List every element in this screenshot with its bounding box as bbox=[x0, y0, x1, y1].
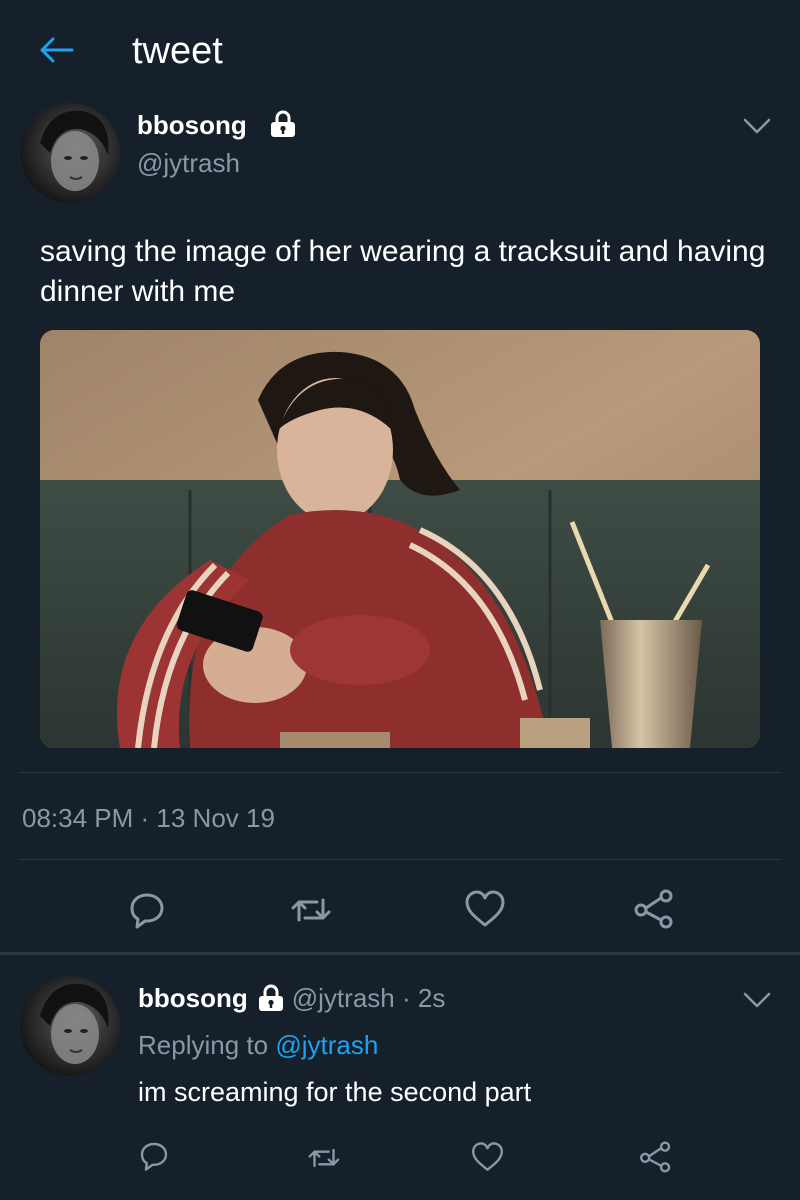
top-bar: tweet bbox=[0, 0, 800, 100]
avatar[interactable] bbox=[20, 103, 120, 203]
comment-icon[interactable] bbox=[127, 890, 167, 930]
tweet-timestamp: 08:34 PM · 13 Nov 19 bbox=[22, 803, 275, 833]
reply-avatar[interactable] bbox=[20, 976, 120, 1076]
tweet-photo[interactable] bbox=[40, 330, 760, 748]
reply-header: bbosong @jytrash · 2s bbox=[138, 980, 445, 1016]
chevron-down-icon[interactable] bbox=[742, 116, 772, 136]
replying-to-mention[interactable]: @jytrash bbox=[275, 1030, 378, 1060]
reply-text: im screaming for the second part bbox=[138, 1077, 532, 1107]
page-title: tweet bbox=[132, 30, 223, 72]
author-handle[interactable]: @jytrash bbox=[137, 148, 240, 178]
divider bbox=[0, 952, 800, 955]
reply-separator: · bbox=[394, 983, 418, 1013]
share-icon[interactable] bbox=[638, 1141, 673, 1173]
heart-icon[interactable] bbox=[470, 1141, 505, 1173]
retweet-icon[interactable] bbox=[305, 1142, 343, 1174]
replying-to: Replying to @jytrash bbox=[138, 1028, 378, 1062]
lock-icon bbox=[258, 984, 283, 1011]
divider bbox=[20, 772, 780, 773]
author-name[interactable]: bbosong bbox=[137, 110, 247, 140]
reply-author-handle[interactable]: @jytrash bbox=[292, 983, 395, 1013]
replying-prefix: Replying to bbox=[138, 1030, 276, 1060]
share-icon[interactable] bbox=[632, 889, 676, 929]
comment-icon[interactable] bbox=[138, 1140, 170, 1172]
lock-icon bbox=[271, 110, 295, 137]
heart-icon[interactable] bbox=[463, 889, 507, 929]
arrow-left-icon[interactable] bbox=[38, 35, 74, 65]
reply-age: 2s bbox=[417, 983, 446, 1013]
tweet-text: saving the image of her wearing a tracks… bbox=[40, 235, 766, 308]
retweet-icon[interactable] bbox=[287, 890, 335, 930]
reply-author-name[interactable]: bbosong bbox=[138, 983, 248, 1013]
divider bbox=[20, 859, 780, 860]
chevron-down-icon[interactable] bbox=[742, 990, 772, 1010]
